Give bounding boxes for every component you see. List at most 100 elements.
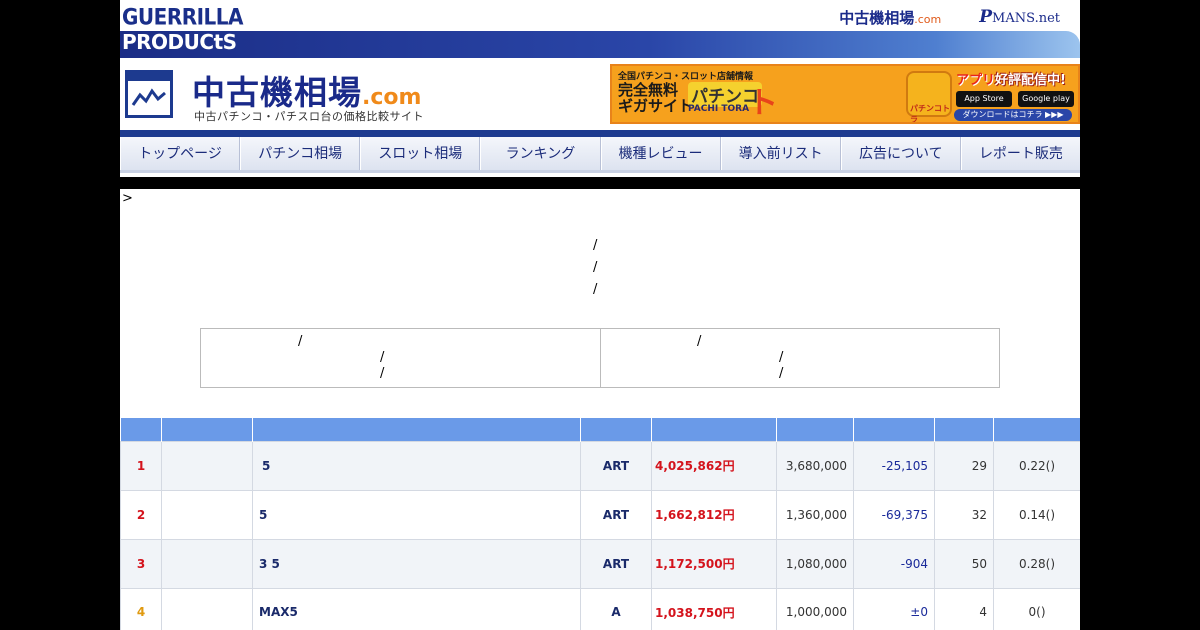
price-cell: 1,662,812円 (651, 489, 777, 540)
pmans-p: P (979, 7, 993, 27)
page: GUERRILLA PRODUCtS 中古機相場.com PMANS.net 中… (120, 0, 1080, 630)
price-cell: 4,025,862円 (651, 440, 777, 491)
table-row[interactable]: 2 5 ART 1,662,812円 1,360,000 -69,375 32 … (120, 489, 1080, 540)
table-row[interactable]: 4 MAX5 A 1,038,750円 1,000,000 ±0 4 0() (120, 587, 1080, 630)
chuko-souba-link[interactable]: 中古機相場.com (839, 7, 941, 28)
header-cell (776, 418, 854, 441)
nav-item-pre-install[interactable]: 導入前リスト (720, 137, 841, 170)
image-cell (161, 587, 253, 630)
header-cell (853, 418, 935, 441)
info-box: / / / / / / (200, 328, 1000, 388)
info-slash: / (298, 334, 303, 349)
rate-cell: 0.22() (993, 440, 1080, 491)
info-slash: / (380, 366, 385, 381)
nav-item-ranking[interactable]: ランキング (480, 137, 601, 170)
nav-item-review[interactable]: 機種レビュー (600, 137, 721, 170)
google-play-badge[interactable]: Google play (1018, 91, 1074, 107)
site-subtitle: 中古パチンコ・パチスロ台の価格比較サイト (194, 110, 424, 123)
guerrilla-products-logo[interactable]: GUERRILLA PRODUCtS (122, 3, 244, 57)
rank-cell: 4 (120, 587, 162, 630)
prev-price-cell: 1,360,000 (776, 489, 854, 540)
header-cell (252, 418, 581, 441)
header-cell (993, 418, 1080, 441)
machine-name-link[interactable]: MAX5 (252, 587, 581, 630)
diff-cell: ±0 (853, 587, 935, 630)
pachitora-logo: パチンコ PACHI TORA トラ (688, 82, 778, 121)
top-links: 中古機相場.com PMANS.net (839, 6, 1060, 28)
machine-name-link[interactable]: 5 (252, 489, 581, 540)
diff-cell: -69,375 (853, 489, 935, 540)
nav-item-top[interactable]: トップページ (120, 137, 241, 170)
nav-separator (120, 177, 1080, 189)
header-cell (934, 418, 994, 441)
count-cell: 32 (934, 489, 994, 540)
chuko-link-com: .com (914, 12, 942, 26)
nav-item-advertising[interactable]: 広告について (840, 137, 961, 170)
table-row[interactable]: 3 3 5 ART 1,172,500円 1,080,000 -904 50 0… (120, 538, 1080, 589)
type-cell: ART (580, 440, 652, 491)
count-cell: 29 (934, 440, 994, 491)
prev-price-cell: 3,680,000 (776, 440, 854, 491)
header-cell (161, 418, 253, 441)
nav-item-slot[interactable]: スロット相場 (360, 137, 481, 170)
ad-app-promo: パチンコトラ アプリ好評配信中! App Store Google play ダ… (902, 69, 1077, 122)
image-cell (161, 440, 253, 491)
main-content: > / / / / / / / / / 1 5 ART 4,025,862円 3… (120, 189, 1080, 630)
count-cell: 50 (934, 538, 994, 589)
nav-item-report[interactable]: レポート販売 (960, 137, 1080, 170)
info-slash: / (779, 350, 784, 365)
type-cell: A (580, 587, 652, 630)
table-header (120, 418, 1080, 441)
logo-line2: PRODUCtS (122, 30, 237, 54)
info-slash: / (697, 334, 702, 349)
download-button[interactable]: ダウンロードはコチラ ▶▶▶ (954, 109, 1072, 121)
diff-cell: -25,105 (853, 440, 935, 491)
site-title[interactable]: 中古機相場.com (192, 66, 421, 114)
ad-app-word: アプリ (956, 73, 996, 88)
pachitora-app-icon: パチンコトラ (906, 71, 952, 122)
header-cell (580, 418, 652, 441)
breadcrumb: > (122, 191, 133, 206)
summary-slash: / (593, 238, 598, 253)
app-icon-text: パチンコトラ (910, 104, 950, 124)
rate-cell: 0() (993, 587, 1080, 630)
header-cell (651, 418, 777, 441)
machine-name-link[interactable]: 3 5 (252, 538, 581, 589)
machine-name-link[interactable]: 5 (252, 440, 581, 491)
chuko-link-text: 中古機相場 (839, 8, 915, 27)
brand-row: 中古機相場.com 中古パチンコ・パチスロ台の価格比較サイト 全国パチンコ・スロ… (120, 60, 1080, 130)
pmans-link[interactable]: PMANS.net (979, 7, 1060, 27)
summary-slash: / (593, 282, 598, 297)
count-cell: 4 (934, 587, 994, 630)
rank-cell: 1 (120, 440, 162, 491)
ranking-table: 1 5 ART 4,025,862円 3,680,000 -25,105 29 … (120, 418, 1080, 630)
rank-cell: 3 (120, 538, 162, 589)
type-cell: ART (580, 489, 652, 540)
rate-cell: 0.14() (993, 489, 1080, 540)
diff-cell: -904 (853, 538, 935, 589)
image-cell (161, 489, 253, 540)
rate-cell: 0.28() (993, 538, 1080, 589)
main-nav: トップページ パチンコ相場 スロット相場 ランキング 機種レビュー 導入前リスト… (120, 137, 1080, 173)
chart-window-icon (125, 70, 173, 118)
info-box-divider (600, 329, 601, 387)
header-cell (120, 418, 162, 441)
summary-slash: / (593, 260, 598, 275)
price-cell: 1,038,750円 (651, 587, 777, 630)
info-slash: / (779, 366, 784, 381)
logo-line1: GUERRILLA (122, 3, 244, 31)
header-rule (120, 130, 1080, 137)
pachitora-ad-banner[interactable]: 全国パチンコ・スロット店舗情報 完全無料 ギガサイト パチンコ PACHI TO… (610, 64, 1080, 124)
site-title-com: .com (362, 85, 422, 110)
nav-item-pachinko[interactable]: パチンコ相場 (240, 137, 361, 170)
rank-cell: 2 (120, 489, 162, 540)
table-row[interactable]: 1 5 ART 4,025,862円 3,680,000 -25,105 29 … (120, 440, 1080, 491)
app-store-badge[interactable]: App Store (956, 91, 1012, 107)
ad-app-headline: アプリ好評配信中! (956, 69, 1066, 88)
top-bar: GUERRILLA PRODUCtS 中古機相場.com PMANS.net (120, 0, 1080, 60)
header-blue-band (120, 31, 1080, 58)
image-cell (161, 538, 253, 589)
info-slash: / (380, 350, 385, 365)
ad-app-tagline: 好評配信中! (995, 73, 1066, 88)
pachitora-latin: PACHI TORA (688, 104, 750, 114)
